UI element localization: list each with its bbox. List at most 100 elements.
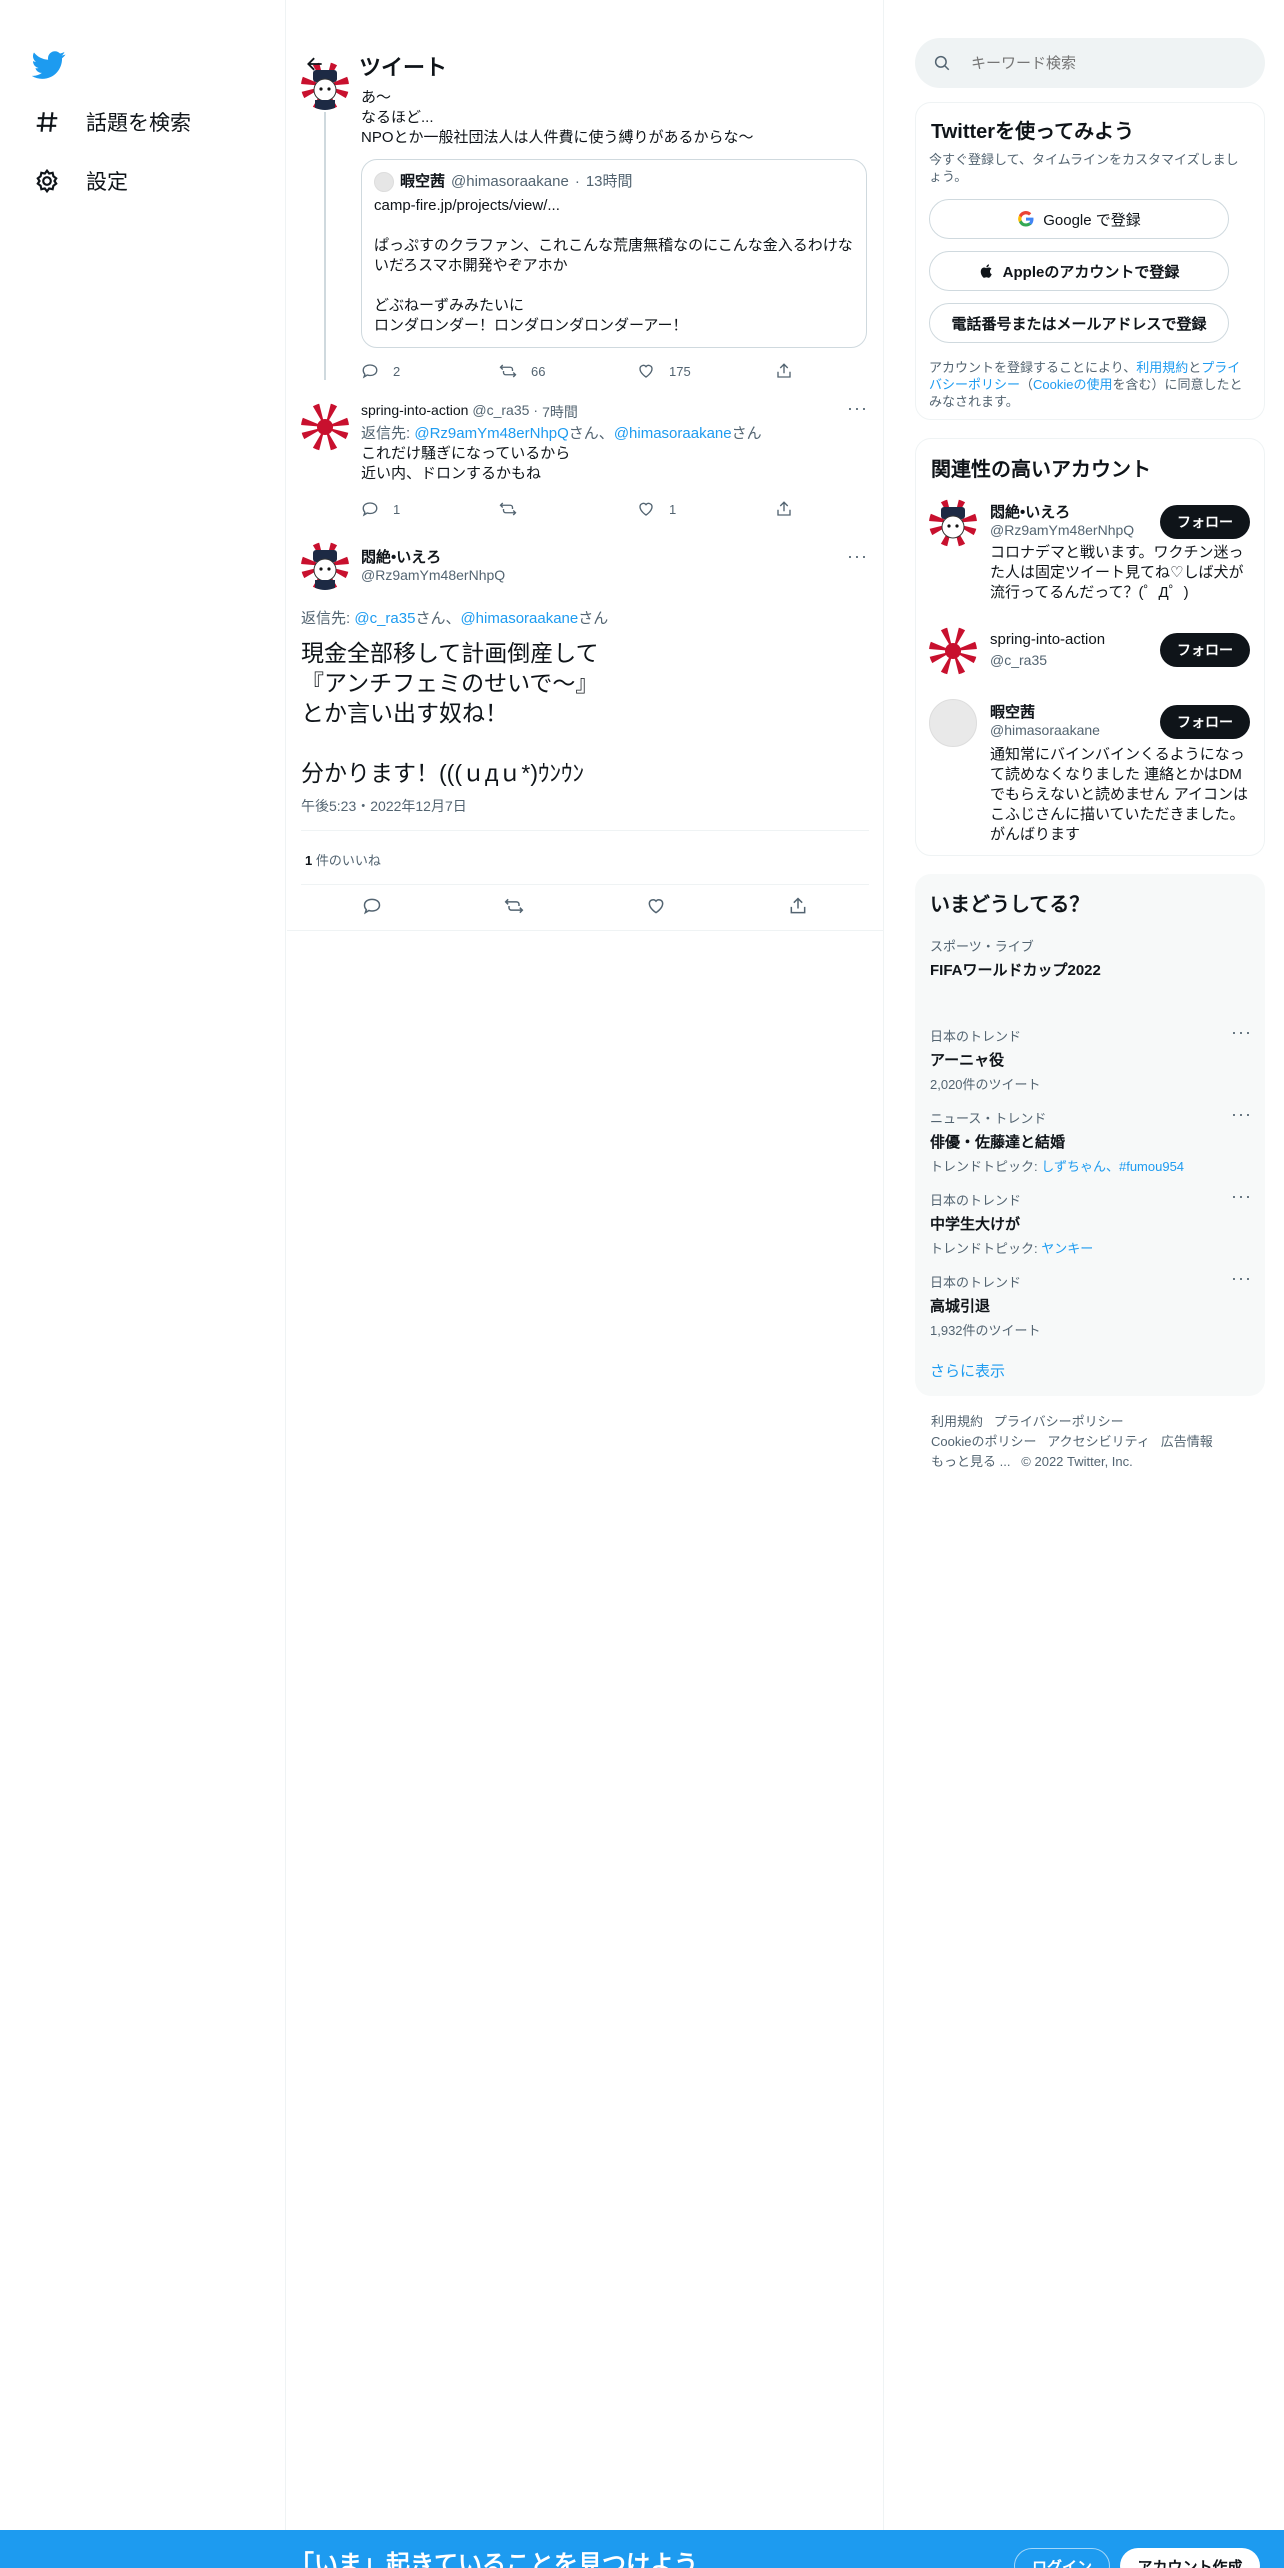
more-options-icon[interactable]: ··· — [1231, 1104, 1252, 1125]
tweet-line: なるほど... — [361, 109, 434, 126]
more-options-icon[interactable]: ··· — [847, 398, 868, 419]
signup-title: Twitterを使ってみよう — [931, 121, 1135, 143]
apple-icon — [980, 264, 992, 278]
google-signup-button[interactable]: Google で登録 — [929, 199, 1229, 239]
terms-text: アカウントを登録することにより、 — [929, 360, 1137, 375]
account-bio: コロナデマと戦います。ワクチン迷った人は固定ツイート見てね♡しば犬が流行ってるん… — [990, 544, 1244, 601]
trend-topic-links[interactable]: ヤンキー — [1041, 1241, 1093, 1256]
retweet-icon[interactable] — [504, 896, 524, 921]
reply-button[interactable]: 2 — [361, 362, 499, 380]
show-more-link[interactable]: さらに表示 — [930, 1360, 1005, 1381]
trend-tweet-count: 2,020件のツイート — [930, 1077, 1041, 1092]
main-tweet-avatar[interactable] — [301, 542, 349, 590]
search-box[interactable] — [915, 38, 1265, 88]
trend-item[interactable]: ニュース・トレンド 俳優・佐藤達と結婚 トレンドトピック: しずちゃん、#fum… — [930, 1108, 1250, 1175]
trend-item[interactable]: 日本のトレンド 中学生大けが トレンドトピック: ヤンキー — [930, 1190, 1250, 1257]
footer-more-link[interactable]: もっと見る ... — [931, 1454, 1010, 1469]
retweet-button[interactable]: 66 — [499, 362, 637, 380]
share-button[interactable] — [775, 500, 913, 518]
cookie-link[interactable]: Cookieの使用 — [1033, 377, 1112, 392]
google-signup-label: Google で登録 — [1043, 211, 1141, 229]
like-button[interactable]: 1 — [637, 500, 775, 518]
follow-button[interactable]: フォロー — [1160, 505, 1250, 539]
account-handle: @Rz9amYm48erNhpQ — [990, 522, 1135, 538]
footer-link[interactable]: 利用規約 — [931, 1414, 983, 1429]
tweet-line: 現金全部移して計画倒産して — [301, 640, 599, 666]
mention-link[interactable]: @himasoraakane — [460, 610, 578, 627]
heart-icon[interactable] — [646, 896, 666, 921]
footer-link[interactable]: 広告情報 — [1161, 1434, 1213, 1449]
google-icon — [1018, 210, 1034, 227]
trend-category: スポーツ・ライブ — [930, 939, 1034, 954]
retweet-button[interactable] — [499, 500, 637, 518]
reply-author-handle[interactable]: @c_ra35 — [472, 402, 529, 422]
create-account-button[interactable]: アカウント作成 — [1120, 2548, 1260, 2568]
follow-button[interactable]: フォロー — [1160, 633, 1250, 667]
reply-button[interactable]: 1 — [361, 500, 499, 518]
more-options-icon[interactable]: ··· — [847, 546, 868, 567]
account-name: 悶絶•いえろ — [990, 504, 1071, 521]
terms-text: と — [1188, 360, 1202, 375]
likes-label: 件のいいね — [312, 853, 381, 868]
mention-link[interactable]: @Rz9amYm48erNhpQ — [414, 425, 568, 442]
reply-tweet-avatar[interactable] — [301, 403, 349, 451]
quoted-tweet[interactable]: 暇空茜 @himasoraakane · 13時間 camp-fire.jp/p… — [361, 159, 867, 348]
share-button[interactable] — [775, 362, 913, 380]
follow-button[interactable]: フォロー — [1160, 705, 1250, 739]
nav-settings-label: 設定 — [86, 171, 128, 194]
terms-link[interactable]: 利用規約 — [1136, 360, 1188, 375]
account-avatar[interactable] — [929, 499, 977, 547]
reply-icon[interactable] — [362, 896, 382, 921]
twitter-bird-icon[interactable] — [31, 48, 66, 82]
account-name: spring-into-action — [990, 631, 1106, 648]
apple-signup-button[interactable]: Appleのアカウントで登録 — [929, 251, 1229, 291]
main-author-name[interactable]: 悶絶•いえろ — [361, 546, 441, 567]
phone-email-signup-button[interactable]: 電話番号またはメールアドレスで登録 — [929, 303, 1229, 343]
more-options-icon[interactable]: ··· — [1231, 1022, 1252, 1043]
back-button[interactable] — [301, 50, 329, 78]
quote-author-handle: @himasoraakane — [451, 173, 569, 190]
divider — [301, 830, 869, 831]
nav-settings[interactable]: 設定 — [32, 166, 128, 196]
share-icon[interactable] — [788, 896, 808, 921]
login-button[interactable]: ログイン — [1014, 2548, 1110, 2568]
main-author-handle[interactable]: @Rz9amYm48erNhpQ — [361, 567, 505, 583]
trend-item[interactable]: 日本のトレンド アーニャ役 2,020件のツイート — [930, 1026, 1250, 1093]
signup-card: Twitterを使ってみよう 今すぐ登録して、タイムラインをカスタマイズしましょ… — [915, 102, 1265, 420]
likes-summary[interactable]: 1 件のいいね — [305, 850, 381, 869]
reply-count: 2 — [393, 363, 401, 379]
account-avatar[interactable] — [929, 627, 977, 675]
reply-prefix: 返信先: — [301, 610, 355, 627]
footer-link[interactable]: アクセシビリティ — [1047, 1434, 1150, 1449]
quote-link[interactable]: camp-fire.jp/projects/view/... — [374, 196, 854, 216]
trend-topics: トレンドトピック: しずちゃん、#fumou954 — [930, 1156, 1250, 1175]
footer-link[interactable]: プライバシーポリシー — [994, 1414, 1124, 1429]
account-handle: @c_ra35 — [990, 652, 1048, 668]
like-count: 175 — [669, 363, 691, 379]
more-options-icon[interactable]: ··· — [1231, 1186, 1252, 1207]
nav-explore[interactable]: 話題を検索 — [32, 107, 191, 137]
reply-suffix: さん — [731, 425, 762, 442]
account-name: 暇空茜 — [990, 704, 1036, 721]
like-count: 1 — [669, 501, 677, 517]
divider — [287, 930, 884, 931]
mention-link[interactable]: @c_ra35 — [354, 610, 415, 627]
reply-tweet-header: spring-into-action @c_ra35 · 7時間 — [361, 402, 578, 422]
trend-item[interactable]: スポーツ・ライブ FIFAワールドカップ2022 — [930, 936, 1250, 980]
reply-author-name[interactable]: spring-into-action — [361, 402, 468, 422]
mention-link[interactable]: @himasoraakane — [614, 425, 732, 442]
search-input[interactable] — [971, 54, 1231, 72]
tweet-line — [301, 728, 861, 758]
more-options-icon[interactable]: ··· — [1231, 1268, 1252, 1289]
tweet-timestamp[interactable]: 午後5:23・2022年12月7日 — [301, 796, 467, 816]
trend-topic-links[interactable]: しずちゃん、#fumou954 — [1041, 1159, 1184, 1174]
quote-line: ロンダロンダー！ロンダロンダロンダーアー！ — [374, 317, 688, 334]
account-avatar[interactable] — [929, 699, 977, 747]
footer-link[interactable]: Cookieのポリシー — [931, 1434, 1036, 1449]
main-tweet-actions — [301, 893, 869, 923]
like-button[interactable]: 175 — [637, 362, 775, 380]
account-bio: 通知常にバインバインくるようになって読めなくなりました 連絡とかはDMでもらえな… — [990, 746, 1248, 843]
trend-item[interactable]: 日本のトレンド 高城引退 1,932件のツイート — [930, 1272, 1250, 1339]
reply-to-line: 返信先: @Rz9amYm48erNhpQさん、@himasoraakaneさん — [361, 424, 861, 444]
apple-signup-label: Appleのアカウントで登録 — [1002, 263, 1180, 281]
